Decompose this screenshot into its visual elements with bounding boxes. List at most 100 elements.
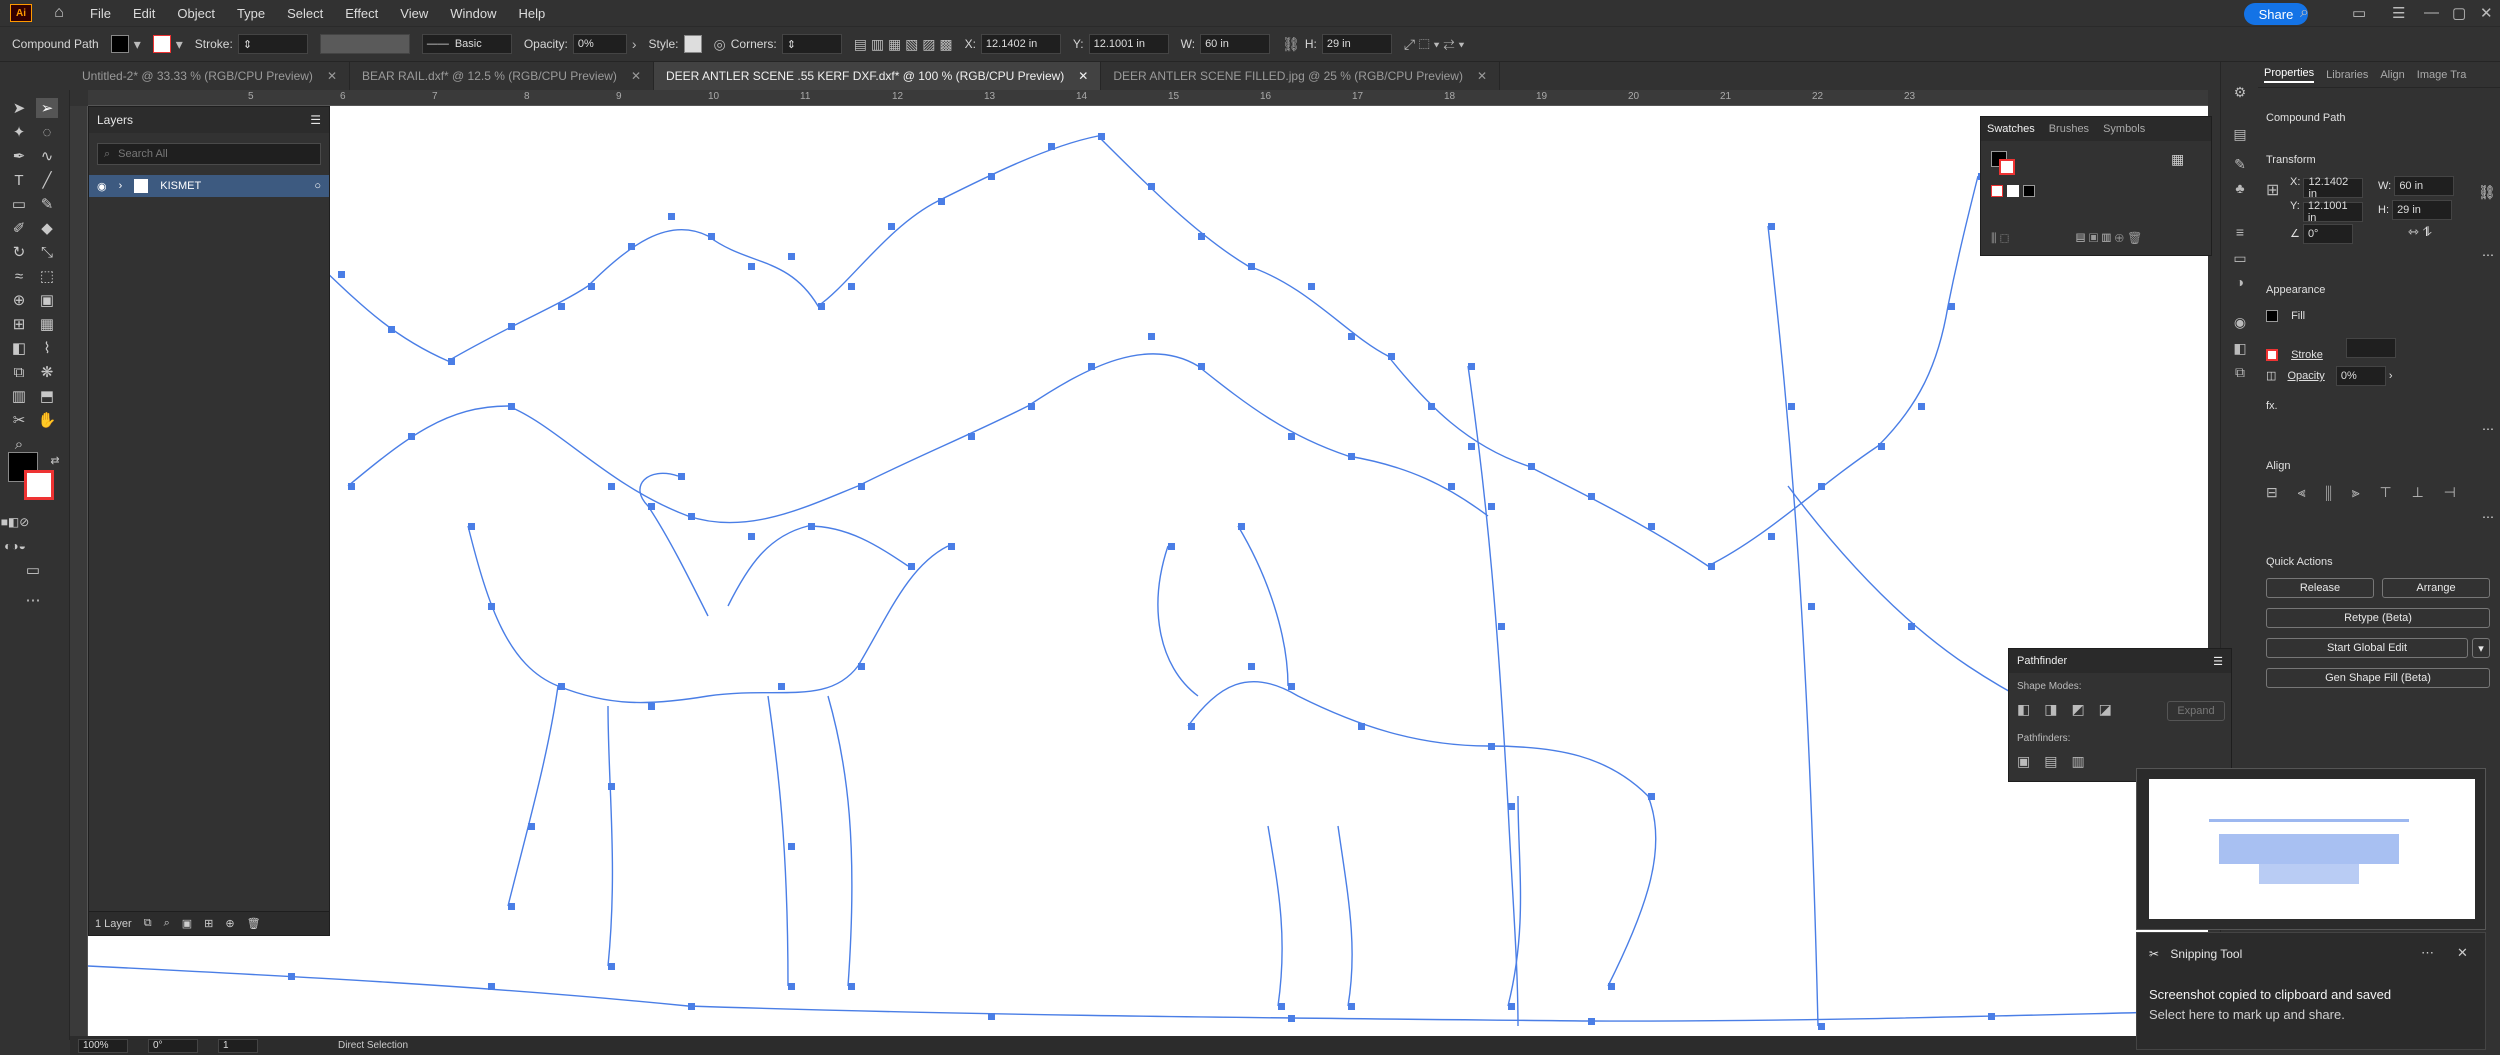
tab-bear-rail[interactable]: BEAR RAIL.dxf* @ 12.5 % (RGB/CPU Preview… bbox=[350, 62, 654, 90]
stroke-rail-icon[interactable]: ≡ bbox=[2229, 222, 2251, 242]
stroke-color-icon[interactable] bbox=[24, 470, 54, 500]
symbol-sprayer-icon[interactable]: ❋ bbox=[36, 362, 58, 382]
grid-view-icon[interactable]: ▦ bbox=[2171, 151, 2184, 168]
warp-tool-icon[interactable]: ≈ bbox=[8, 266, 30, 286]
stroke-swatch[interactable] bbox=[2266, 349, 2278, 362]
menu-object[interactable]: Object bbox=[177, 6, 215, 21]
libraries-rail-icon[interactable]: ▤ bbox=[2229, 124, 2251, 144]
close-window-icon[interactable]: ✕ bbox=[2480, 4, 2493, 22]
delete-layer-icon[interactable]: 🗑 bbox=[247, 917, 261, 930]
eyedropper-icon[interactable]: ⌇ bbox=[36, 338, 58, 358]
variable-width-field[interactable] bbox=[319, 34, 410, 54]
mesh-tool-icon[interactable]: ▦ bbox=[36, 314, 58, 334]
eraser-icon[interactable]: ◆ bbox=[36, 218, 58, 238]
graph-tool-icon[interactable]: ▥ bbox=[8, 386, 30, 406]
artboard-field[interactable]: 1 bbox=[218, 1038, 258, 1053]
reference-point-icon[interactable]: ⊞ bbox=[2266, 180, 2279, 200]
menu-window[interactable]: Window bbox=[450, 6, 496, 21]
tab-align[interactable]: Align bbox=[2380, 69, 2404, 81]
arrange-button[interactable]: Arrange bbox=[2382, 578, 2490, 598]
tab-symbols[interactable]: Symbols bbox=[2103, 123, 2145, 135]
close-icon[interactable]: ✕ bbox=[1477, 69, 1487, 83]
tab-brushes[interactable]: Brushes bbox=[2049, 123, 2089, 135]
opacity-field[interactable]: 0% bbox=[572, 34, 627, 54]
close-icon[interactable]: ✕ bbox=[631, 69, 641, 83]
locate-object-icon[interactable]: ⌕ bbox=[164, 917, 170, 930]
gradient-rail-icon[interactable]: ▭ bbox=[2229, 248, 2251, 268]
tab-deer-antler-dxf[interactable]: DEER ANTLER SCENE .55 KERF DXF.dxf* @ 10… bbox=[654, 62, 1102, 90]
chevron-right-icon[interactable]: › bbox=[119, 180, 123, 192]
more-options-icon[interactable]: ⋯ bbox=[2421, 945, 2434, 961]
opacity-label[interactable]: Opacity bbox=[2287, 370, 2324, 382]
screen-mode-icon[interactable]: ▭ bbox=[22, 560, 44, 580]
target-icon[interactable]: ○ bbox=[314, 180, 321, 192]
live-paint-icon[interactable]: ▣ bbox=[36, 290, 58, 310]
visibility-eye-icon[interactable]: ◉ bbox=[97, 180, 107, 193]
y-field[interactable]: 12.1001 in bbox=[2302, 200, 2363, 224]
chevron-down-icon[interactable]: ▾ bbox=[134, 36, 141, 53]
chevron-down-icon[interactable]: ▾ bbox=[2472, 638, 2490, 658]
rectangle-tool-icon[interactable]: ▭ bbox=[8, 194, 30, 214]
minimize-icon[interactable]: — bbox=[2424, 4, 2439, 21]
free-transform-icon[interactable]: ⬚ bbox=[36, 266, 58, 286]
tab-deer-antler-filled[interactable]: DEER ANTLER SCENE FILLED.jpg @ 25 % (RGB… bbox=[1101, 62, 1501, 90]
gen-shape-fill-button[interactable]: Gen Shape Fill (Beta) bbox=[2266, 668, 2490, 688]
lasso-icon[interactable]: ◌ bbox=[36, 122, 58, 142]
rotate-tool-icon[interactable]: ↻ bbox=[8, 242, 30, 262]
clipping-mask-icon[interactable]: ▣ bbox=[182, 917, 192, 930]
gradient-tool-icon[interactable]: ◧ bbox=[8, 338, 30, 358]
menu-effect[interactable]: Effect bbox=[345, 6, 378, 21]
stroke-swatch[interactable] bbox=[152, 35, 171, 53]
h-field[interactable]: 29 in bbox=[1321, 34, 1392, 54]
layer-name[interactable]: KISMET bbox=[160, 180, 201, 192]
black-swatch[interactable] bbox=[2023, 185, 2035, 197]
more-tools-icon[interactable]: ⋯ bbox=[22, 590, 44, 610]
artboard-canvas[interactable] bbox=[88, 106, 2208, 1036]
link-icon[interactable]: ⛓ bbox=[1282, 36, 1300, 53]
artboard-tool-icon[interactable]: ⬒ bbox=[36, 386, 58, 406]
opacity-field[interactable]: 0% bbox=[2335, 366, 2386, 386]
tab-properties[interactable]: Properties bbox=[2264, 67, 2315, 83]
h-field[interactable]: 29 in bbox=[2392, 200, 2453, 220]
direct-selection-tool-icon[interactable]: ➢ bbox=[36, 98, 58, 118]
align-icons[interactable]: ⊟ ⫷ ⫼ ⫸ ⊤ ⊥ ⊣ bbox=[2266, 484, 2464, 501]
recolor-icon[interactable]: ◎ bbox=[714, 36, 726, 53]
tab-swatches[interactable]: Swatches bbox=[1987, 123, 2035, 135]
chevron-right-icon[interactable]: › bbox=[632, 36, 637, 52]
arrange-documents-icon[interactable]: ▭ bbox=[2352, 4, 2366, 22]
color-mode-icons[interactable]: ■◧⊘ bbox=[1, 512, 30, 532]
layers-rail-icon[interactable]: ⧉ bbox=[2229, 362, 2251, 382]
selection-tool-icon[interactable]: ➤ bbox=[8, 98, 30, 118]
type-tool-icon[interactable]: T bbox=[8, 170, 30, 190]
angle-field[interactable]: 0° bbox=[2302, 224, 2353, 244]
shaper-tool-icon[interactable]: ✐ bbox=[8, 218, 30, 238]
white-swatch[interactable] bbox=[2007, 185, 2019, 197]
align-icons[interactable]: ▤ ▥ ▦ ▧ ▨ ▩ bbox=[854, 36, 953, 53]
search-icon[interactable]: ⌕ bbox=[2300, 4, 2309, 22]
fx-button[interactable]: fx. bbox=[2266, 400, 2278, 412]
tab-untitled[interactable]: Untitled-2* @ 33.33 % (RGB/CPU Preview) ✕ bbox=[70, 62, 350, 90]
menu-help[interactable]: Help bbox=[518, 6, 545, 21]
stroke-weight-field[interactable] bbox=[2345, 338, 2396, 358]
zoom-tool-icon[interactable]: ⌕ bbox=[8, 434, 30, 454]
retype-button[interactable]: Retype (Beta) bbox=[2266, 608, 2490, 628]
magic-wand-icon[interactable]: ✦ bbox=[8, 122, 30, 142]
brush-field[interactable]: —— Basic bbox=[421, 34, 512, 54]
shape-mode-icons[interactable]: ◧◨◩◪ bbox=[2017, 701, 2126, 718]
pathfinder-icons[interactable]: ▣▤▥ bbox=[2017, 753, 2099, 770]
pen-tool-icon[interactable]: ✒ bbox=[8, 146, 30, 166]
home-icon[interactable]: ⌂ bbox=[48, 4, 70, 22]
share-button[interactable]: Share bbox=[2244, 3, 2308, 25]
panel-menu-icon[interactable]: ☰ bbox=[310, 113, 321, 127]
swap-colors-icon[interactable]: ⇄ bbox=[44, 450, 66, 470]
screenshot-thumbnail[interactable] bbox=[2136, 768, 2486, 930]
hand-tool-icon[interactable]: ✋ bbox=[36, 410, 58, 430]
snipping-toast[interactable]: ✂ Snipping Tool ⋯ ✕ Screenshot copied to… bbox=[2136, 932, 2486, 1050]
w-field[interactable]: 60 in bbox=[2394, 176, 2455, 196]
close-icon[interactable]: ✕ bbox=[327, 69, 337, 83]
w-field[interactable]: 60 in bbox=[1200, 34, 1271, 54]
graphic-styles-rail-icon[interactable]: ◧ bbox=[2229, 338, 2251, 358]
artwork-svg[interactable] bbox=[88, 106, 2208, 1036]
collect-export-icon[interactable]: ⧉ bbox=[144, 917, 152, 930]
perspective-grid-icon[interactable]: ⊞ bbox=[8, 314, 30, 334]
